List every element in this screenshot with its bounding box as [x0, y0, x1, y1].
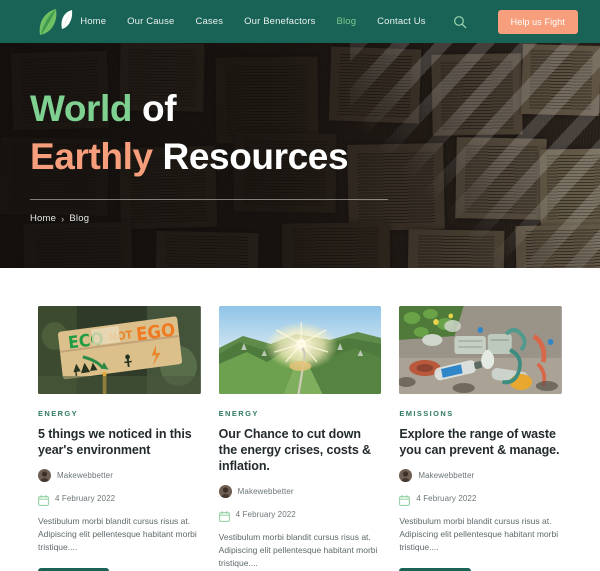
calendar-icon: [399, 493, 411, 506]
help-us-fight-button[interactable]: Help us Fight: [497, 9, 578, 34]
calendar-icon: [38, 493, 49, 506]
search-icon[interactable]: [453, 15, 467, 29]
blog-card[interactable]: ENERGY Our Chance to cut down the energy…: [218, 306, 382, 571]
blog-card-date-row: 4 February 2022: [399, 493, 562, 506]
blog-card-author: Makewebbetter: [237, 487, 294, 496]
calendar-icon: [218, 509, 230, 522]
nav-item-our-benefactors[interactable]: Our Benefactors: [244, 16, 315, 27]
blog-card-author-row: Makewebbetter: [38, 469, 201, 482]
breadcrumb: Home › Blog: [30, 213, 400, 224]
main-navigation: Home Our Cause Cases Our Benefactors Blo…: [80, 9, 578, 34]
page-title-word-resources: Resources: [152, 136, 349, 177]
blog-card-date-row: 4 February 2022: [38, 493, 201, 506]
hero-divider: [30, 199, 388, 200]
avatar: [399, 469, 413, 482]
blog-card-date: 4 February 2022: [416, 494, 477, 503]
blog-card-author-row: Makewebbetter: [218, 485, 382, 498]
blog-card-title[interactable]: Explore the range of waste you can preve…: [399, 426, 562, 458]
nav-item-contact-us[interactable]: Contact Us: [377, 16, 426, 27]
page-title: World of Earthly Resources: [30, 85, 400, 181]
avatar: [218, 485, 232, 498]
breadcrumb-separator-icon: ›: [61, 213, 65, 224]
blog-card-category[interactable]: ENERGY: [219, 409, 382, 418]
blog-card-excerpt: Vestibulum morbi blandit cursus risus at…: [38, 516, 197, 552]
blog-card-author: Makewebbetter: [57, 471, 113, 480]
blog-card-author: Makewebbetter: [418, 471, 475, 480]
nav-item-cases[interactable]: Cases: [195, 16, 223, 27]
blog-card-excerpt: Vestibulum morbi blandit cursus risus at…: [399, 516, 559, 552]
page-title-word-of: of: [132, 88, 177, 129]
blog-card-category[interactable]: ENERGY: [38, 409, 201, 418]
blog-card-date: 4 February 2022: [55, 494, 116, 503]
blog-card-excerpt: Vestibulum morbi blandit cursus risus at…: [218, 532, 378, 568]
breadcrumb-item-current: Blog: [69, 213, 90, 224]
site-header: Home Our Cause Cases Our Benefactors Blo…: [0, 0, 600, 43]
hero-banner: World of Earthly Resources Home › Blog: [0, 43, 600, 268]
blog-card-date-row: 4 February 2022: [218, 509, 382, 522]
breadcrumb-item-home[interactable]: Home: [30, 213, 56, 224]
page-title-word-world: World: [30, 88, 133, 129]
leaf-logo[interactable]: [34, 7, 80, 37]
blog-card-date: 4 February 2022: [235, 510, 296, 519]
blog-listing: ECO NOT EGO ENERGY 5 things we noticed i…: [0, 268, 600, 571]
nav-item-blog[interactable]: Blog: [337, 16, 357, 27]
eco-not-ego-sign-photo[interactable]: ECO NOT EGO: [38, 306, 201, 394]
blog-card-title[interactable]: 5 things we noticed in this year's envir…: [38, 426, 201, 458]
blog-card[interactable]: EMISSIONS Explore the range of waste you…: [399, 306, 562, 571]
page-title-word-earthly: Earthly: [30, 136, 153, 177]
nav-item-our-cause[interactable]: Our Cause: [127, 16, 174, 27]
sunrise-over-green-valley-photo[interactable]: [218, 306, 382, 394]
avatar: [38, 469, 51, 482]
plastic-waste-on-beach-photo[interactable]: [399, 306, 562, 394]
blog-card-author-row: Makewebbetter: [399, 469, 562, 482]
blog-card-category[interactable]: EMISSIONS: [399, 409, 562, 418]
blog-card-grid: ECO NOT EGO ENERGY 5 things we noticed i…: [38, 306, 562, 571]
blog-card[interactable]: ECO NOT EGO ENERGY 5 things we noticed i…: [38, 306, 201, 571]
nav-item-home[interactable]: Home: [80, 16, 106, 27]
blog-card-title[interactable]: Our Chance to cut down the energy crises…: [219, 426, 382, 474]
